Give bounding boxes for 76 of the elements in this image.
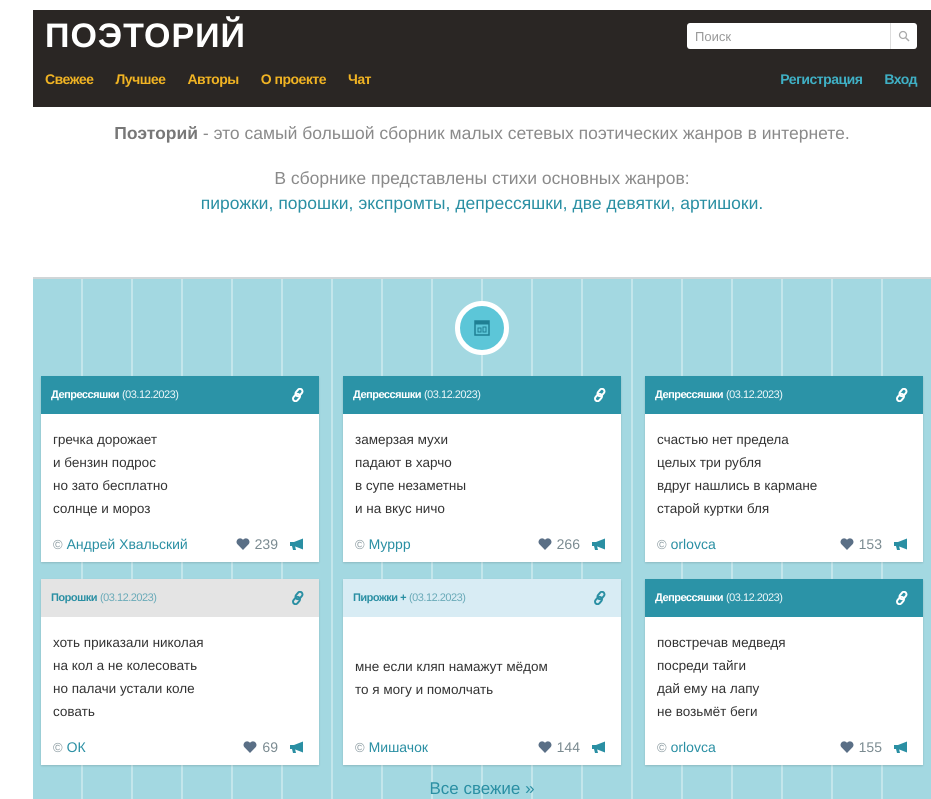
author-link[interactable]: orlovca: [670, 536, 716, 552]
genre-link[interactable]: порошки,: [278, 192, 354, 214]
heart-icon: [840, 538, 854, 550]
heart-icon: [538, 538, 552, 550]
author-link[interactable]: ОК: [66, 739, 86, 755]
genre-link[interactable]: Депрессяшки: [353, 389, 422, 401]
nav-link[interactable]: Свежее: [45, 71, 94, 87]
genre-link[interactable]: Депрессяшки: [655, 389, 724, 401]
heart-icon: [538, 741, 552, 753]
author-link[interactable]: Андрей Хвальский: [66, 536, 188, 552]
like-count: 155: [858, 739, 882, 755]
link-icon: [593, 591, 607, 605]
post-date: (03.12.2023): [424, 389, 480, 401]
genre-link[interactable]: депрессяшки,: [455, 192, 568, 214]
megaphone-icon[interactable]: [289, 741, 305, 753]
genre-link[interactable]: артишоки.: [680, 192, 764, 214]
genre-link[interactable]: две девятки,: [572, 192, 676, 214]
like-count: 266: [556, 536, 580, 552]
account-link[interactable]: Регистрация: [780, 71, 862, 87]
nav-link[interactable]: Авторы: [187, 71, 239, 87]
copyright-mark: ©: [657, 740, 667, 754]
genre-link[interactable]: пирожки,: [200, 192, 274, 214]
like-count: 153: [858, 536, 882, 552]
post-date: (03.12.2023): [726, 389, 782, 401]
link-icon: [291, 591, 305, 605]
poem-text: счастью нет предела целых три рубля вдруг нашлись в кармане старой куртки бля: [657, 431, 818, 518]
author-link[interactable]: Мишачок: [368, 739, 428, 755]
post-date: (03.12.2023): [409, 592, 466, 604]
post-date: (03.12.2023): [122, 389, 178, 401]
link-icon: [291, 388, 305, 402]
genre-link[interactable]: Порошки: [51, 592, 97, 604]
megaphone-icon[interactable]: [893, 538, 909, 550]
poem-text: гречка дорожает и бензин подрос но зато бесплатно солнце и мороз: [53, 431, 168, 518]
link-icon: [895, 388, 909, 402]
heart-icon: [236, 538, 250, 550]
nav-link[interactable]: Лучшее: [115, 71, 166, 87]
heart-icon: [840, 741, 854, 753]
nav-link[interactable]: Чат: [348, 71, 371, 87]
megaphone-icon[interactable]: [591, 741, 607, 753]
like-count: 144: [556, 739, 580, 755]
like-count: 239: [254, 536, 278, 552]
nav-link[interactable]: О проекте: [260, 71, 326, 87]
genre-link[interactable]: Депрессяшки: [51, 389, 120, 401]
post-date: (03.12.2023): [726, 592, 782, 604]
calendar-icon: [474, 320, 490, 336]
account-link[interactable]: Вход: [884, 71, 917, 87]
link-icon: [895, 591, 909, 605]
site-logo[interactable]: ПОЭТОРИЙ: [45, 16, 246, 56]
megaphone-icon[interactable]: [289, 538, 305, 550]
intro-text: Поэторий - это самый большой сборник малых сетевых поэтических жанров в интернете.: [113, 122, 851, 144]
heart-icon: [243, 741, 258, 753]
genre-link[interactable]: экспромты,: [358, 192, 450, 214]
genre-link[interactable]: Пирожки +: [353, 592, 406, 604]
all-fresh-link[interactable]: Все свежие »: [429, 779, 535, 799]
copyright-mark: ©: [355, 740, 365, 754]
megaphone-icon[interactable]: [591, 538, 607, 550]
poem-text: повстречав медведя посреди тайги дай ему на лапу не возьмёт беги: [657, 634, 786, 721]
like-count: 69: [262, 739, 278, 755]
genres-caption: В сборнике представлены стихи основных жанров:: [273, 168, 691, 189]
author-link[interactable]: orlovca: [670, 739, 716, 755]
search-button[interactable]: [890, 23, 917, 49]
copyright-mark: ©: [355, 536, 365, 552]
megaphone-icon[interactable]: [893, 741, 909, 753]
genre-link[interactable]: Депрессяшки: [655, 592, 724, 604]
copyright-mark: ©: [53, 536, 63, 552]
link-icon: [593, 388, 607, 402]
copyright-mark: ©: [53, 740, 63, 754]
post-date: (03.12.2023): [100, 592, 156, 604]
poem-text: хоть приказали николая на кол а не колесовать но палачи устали коле совать: [53, 634, 204, 721]
calendar-button[interactable]: [455, 301, 509, 355]
poem-text: мне если кляп намажут мёдом то я могу и помолчать: [355, 658, 548, 699]
search-icon: [898, 30, 910, 42]
search-field[interactable]: Поиск: [687, 23, 890, 49]
poem-text: замерзая мухи падают в харчо в супе незаметны и на вкус ничо: [355, 431, 466, 518]
copyright-mark: ©: [657, 536, 667, 552]
author-link[interactable]: Муррр: [368, 536, 411, 552]
